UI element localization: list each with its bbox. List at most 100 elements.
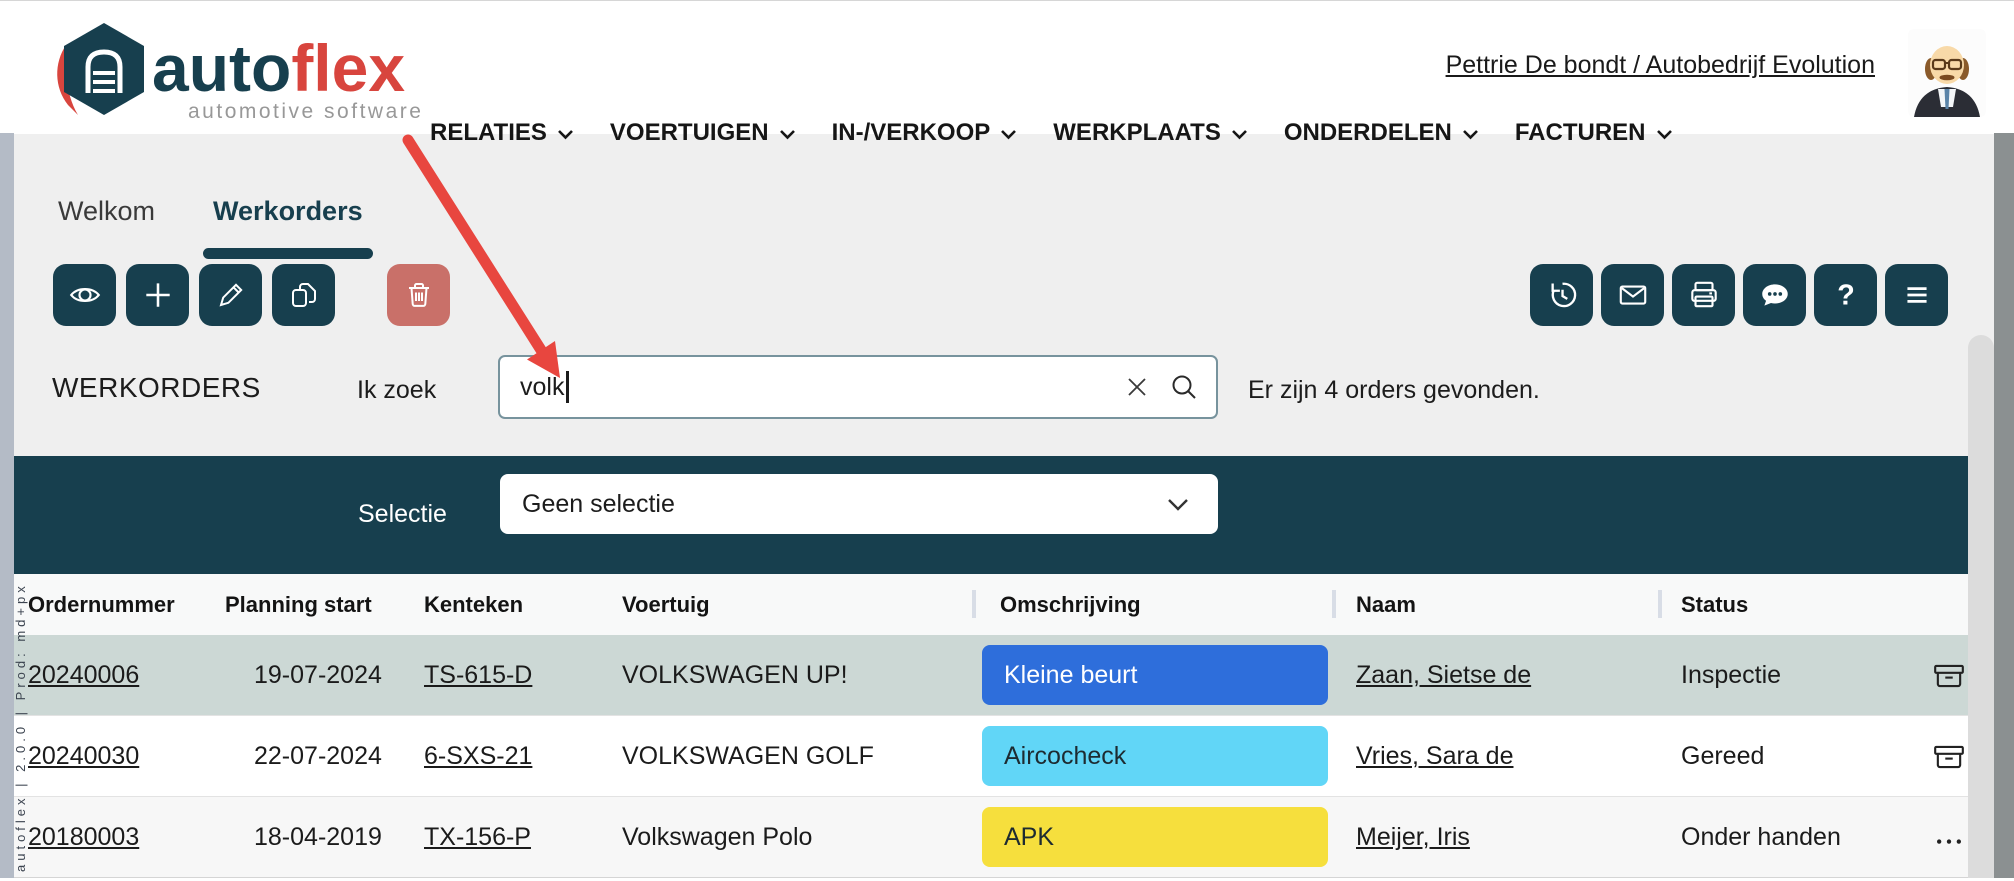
column-header-kenteken[interactable]: Kenteken [424, 592, 523, 618]
archive-icon[interactable] [1932, 659, 1966, 693]
printer-icon [1687, 278, 1721, 312]
duplicate-button[interactable] [272, 264, 335, 326]
page-title: WERKORDERS [52, 372, 261, 404]
license-plate-link[interactable]: TX-156-P [424, 823, 531, 852]
top-header: autoflex automotive software RELATIESVOE… [0, 0, 2014, 134]
version-side-label: autoflex | 2.0.0 | Prod: md+px [13, 582, 28, 872]
question-icon: ? [1829, 278, 1863, 312]
search-label: Ik zoek [357, 376, 436, 405]
toolbar-right: ? [1530, 264, 1948, 326]
search-input-value: volk [520, 373, 564, 402]
table-header-row: Ordernummer Planning start Kenteken Voertui… [14, 574, 1970, 635]
tab-bar: Welkom Werkorders [58, 196, 363, 241]
column-header-status[interactable]: Status [1681, 592, 1748, 618]
search-icon[interactable] [1170, 373, 1198, 401]
description-badge: APK [982, 807, 1328, 867]
selection-value: Geen selectie [522, 490, 675, 519]
workorders-table: Ordernummer Planning start Kenteken Voertui… [14, 574, 1970, 881]
trash-icon [403, 279, 435, 311]
table-row[interactable]: 20240006 19-07-2024 TS-615-D VOLKSWAGEN UP!… [14, 635, 1970, 715]
chevron-down-icon [1656, 119, 1673, 147]
more-icon[interactable] [1932, 821, 1966, 855]
planning-start-cell: 22-07-2024 [254, 742, 382, 771]
table-row[interactable]: 20240030 22-07-2024 6-SXS-21 VOLKSWAGEN GOL… [14, 715, 1970, 796]
table-row[interactable]: 20180003 18-04-2019 TX-156-P Volkswagen Pol… [14, 796, 1970, 877]
column-header-voertuig[interactable]: Voertuig [622, 592, 710, 618]
envelope-icon [1616, 278, 1650, 312]
archive-icon[interactable] [1932, 740, 1966, 774]
column-header-ordernummer[interactable]: Ordernummer [28, 592, 175, 618]
nav-item-in-verkoop[interactable]: IN-/VERKOOP [832, 119, 1018, 147]
nav-item-werkplaats[interactable]: WERKPLAATS [1053, 119, 1248, 147]
license-plate-link[interactable]: 6-SXS-21 [424, 742, 532, 771]
chevron-down-icon [779, 119, 796, 147]
selection-label: Selectie [358, 500, 447, 529]
email-button[interactable] [1601, 264, 1664, 326]
main-menu: RELATIES VOERTUIGEN IN-/VERKOOP WERKPLAATS O… [430, 119, 1673, 147]
nav-item-relaties[interactable]: RELATIES [430, 119, 574, 147]
help-button[interactable]: ? [1814, 264, 1877, 326]
nav-item-voertuigen[interactable]: VOERTUIGEN [610, 119, 796, 147]
toolbar-left [53, 264, 450, 326]
hamburger-icon [1900, 278, 1934, 312]
column-separator [972, 590, 976, 618]
planning-start-cell: 18-04-2019 [254, 823, 382, 852]
description-badge: Kleine beurt [982, 645, 1328, 705]
chat-icon [1758, 278, 1792, 312]
column-header-omschrijving[interactable]: Omschrijving [1000, 592, 1141, 618]
chevron-down-icon [1000, 119, 1017, 147]
clear-icon[interactable] [1126, 376, 1148, 398]
vehicle-cell: VOLKSWAGEN UP! [622, 661, 848, 690]
order-number-link[interactable]: 20240030 [28, 742, 139, 771]
nav-item-label: RELATIES [430, 119, 547, 147]
selection-dropdown[interactable]: Geen selectie [500, 474, 1218, 534]
order-number-link[interactable]: 20240006 [28, 661, 139, 690]
nav-item-onderdelen[interactable]: ONDERDELEN [1284, 119, 1479, 147]
inner-scrollbar-thumb[interactable] [1968, 335, 1994, 878]
tab-werkorders[interactable]: Werkorders [213, 196, 363, 241]
column-header-naam[interactable]: Naam [1356, 592, 1416, 618]
nav-item-label: VOERTUIGEN [610, 119, 769, 147]
nav-item-facturen[interactable]: FACTUREN [1515, 119, 1673, 147]
history-icon [1545, 278, 1579, 312]
nav-item-label: IN-/VERKOOP [832, 119, 991, 147]
user-account-link[interactable]: Pettrie De bondt / Autobedrijf Evolution [1446, 51, 1875, 80]
status-cell: Inspectie [1681, 661, 1781, 690]
customer-name-link[interactable]: Meijer, Iris [1356, 823, 1470, 852]
column-separator [1332, 590, 1336, 618]
vehicle-cell: VOLKSWAGEN GOLF [622, 742, 874, 771]
status-cell: Gereed [1681, 742, 1764, 771]
window-scrollbar[interactable] [1994, 133, 2014, 878]
menu-button[interactable] [1885, 264, 1948, 326]
svg-text:autoflex: autoflex [152, 31, 405, 105]
view-button[interactable] [53, 264, 116, 326]
plus-icon [141, 278, 175, 312]
tab-welkom[interactable]: Welkom [58, 196, 155, 241]
pencil-icon [215, 279, 247, 311]
vehicle-cell: Volkswagen Polo [622, 823, 812, 852]
text-caret [566, 371, 569, 403]
eye-icon [68, 278, 102, 312]
add-button[interactable] [126, 264, 189, 326]
customer-name-link[interactable]: Zaan, Sietse de [1356, 661, 1531, 690]
column-header-planning-start[interactable]: Planning start [225, 592, 372, 618]
search-input[interactable]: volk [498, 355, 1218, 419]
nav-item-label: ONDERDELEN [1284, 119, 1452, 147]
chevron-down-icon [1231, 119, 1248, 147]
print-button[interactable] [1672, 264, 1735, 326]
nav-item-label: FACTUREN [1515, 119, 1646, 147]
planning-start-cell: 19-07-2024 [254, 661, 382, 690]
status-cell: Onder handen [1681, 823, 1841, 852]
chat-button[interactable] [1743, 264, 1806, 326]
edit-button[interactable] [199, 264, 262, 326]
logo-tagline: automotive software [188, 100, 423, 123]
license-plate-link[interactable]: TS-615-D [424, 661, 532, 690]
history-button[interactable] [1530, 264, 1593, 326]
user-avatar[interactable] [1908, 29, 1986, 117]
logo-hexagon [64, 23, 144, 115]
chevron-down-icon [1462, 119, 1479, 147]
delete-button[interactable] [387, 264, 450, 326]
order-number-link[interactable]: 20180003 [28, 823, 139, 852]
customer-name-link[interactable]: Vries, Sara de [1356, 742, 1513, 771]
active-tab-indicator [203, 248, 373, 259]
